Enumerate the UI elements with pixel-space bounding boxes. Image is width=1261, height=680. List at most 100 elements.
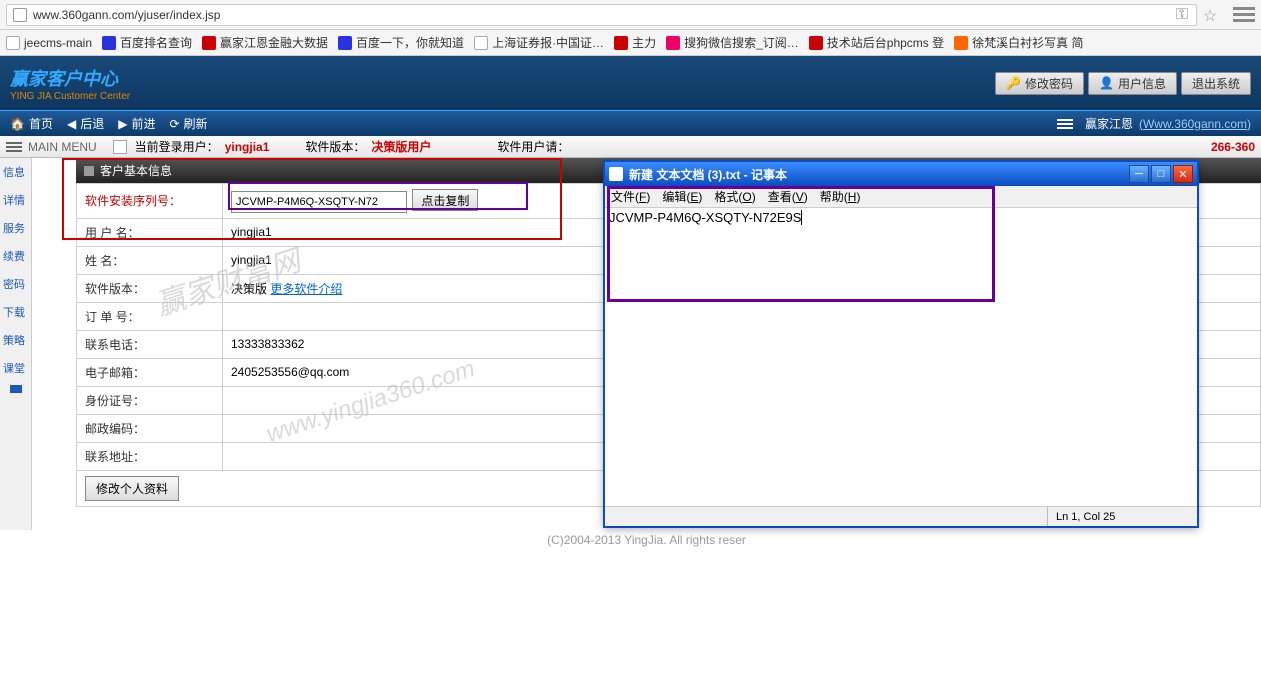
hotline: 266-360 — [1211, 140, 1261, 154]
edit-profile-button[interactable]: 修改个人资料 — [85, 476, 179, 501]
favicon — [6, 36, 20, 50]
bookmark-item[interactable]: 百度一下，你就知道 — [338, 34, 464, 51]
version-row-label: 软件版本： — [77, 274, 223, 302]
bookmark-item[interactable]: 百度排名查询 — [102, 34, 192, 51]
bookmarks-bar: jeecms-main 百度排名查询赢家江恩金融大数据百度一下，你就知道上海证券报… — [0, 30, 1261, 56]
email-label: 电子邮箱： — [77, 358, 223, 386]
menu-view[interactable]: 查看(V) — [768, 188, 808, 205]
back-icon: ◀ — [67, 117, 76, 131]
bookmark-item[interactable]: 搜狗微信搜索_订阅… — [666, 34, 799, 51]
bookmark-item[interactable]: 主力 — [614, 34, 656, 51]
notepad-titlebar[interactable]: 新建 文本文档 (3).txt - 记事本 ─ □ ✕ — [605, 162, 1197, 186]
version-row-value: 决策版 — [231, 282, 267, 296]
favicon — [954, 36, 968, 50]
menu-icon[interactable] — [1057, 119, 1073, 129]
serial-input[interactable] — [231, 191, 407, 213]
text-caret — [801, 210, 802, 225]
favicon — [202, 36, 216, 50]
notepad-menubar: 文件(F) 编辑(E) 格式(O) 查看(V) 帮助(H) — [605, 186, 1197, 208]
favicon — [338, 36, 352, 50]
bookmark-item[interactable]: 上海证券报·中国证… — [474, 34, 604, 51]
notepad-statusbar: Ln 1, Col 25 — [605, 506, 1197, 526]
idcard-label: 身份证号： — [77, 386, 223, 414]
bookmark-item[interactable]: jeecms-main — [6, 36, 92, 50]
forward-icon: ▶ — [118, 117, 127, 131]
sidebar-item[interactable]: 策略 — [0, 326, 31, 354]
menu-edit[interactable]: 编辑(E) — [662, 188, 702, 205]
nav-back[interactable]: ◀后退 — [67, 115, 104, 132]
more-software-link[interactable]: 更多软件介绍 — [270, 282, 342, 296]
name-label: 姓 名： — [77, 246, 223, 274]
version-label: 软件版本： — [299, 138, 371, 155]
sidebar-item[interactable]: 课堂 — [0, 354, 31, 382]
nav-home[interactable]: 🏠首页 — [10, 115, 53, 132]
notepad-textarea[interactable]: JCVMP-P4M6Q-XSQTY-N72E9S — [605, 208, 1197, 506]
change-password-button[interactable]: 🔑修改密码 — [995, 72, 1084, 95]
chrome-menu-icon[interactable] — [1233, 4, 1255, 26]
favicon — [809, 36, 823, 50]
footer-copyright: (C)2004-2013 YingJia. All rights reser — [32, 533, 1261, 547]
login-user: yingjia1 — [225, 140, 270, 154]
status-bar: MAIN MENU 当前登录用户： yingjia1 软件版本： 决策版用户 软… — [0, 136, 1261, 158]
menu-format[interactable]: 格式(O) — [714, 188, 755, 205]
exit-button[interactable]: 退出系统 — [1181, 72, 1251, 95]
logo-text: 赢家客户中心 — [10, 65, 130, 91]
site-url-link[interactable]: (Www.360gann.com) — [1139, 117, 1251, 131]
app-header: 赢家客户中心 YING JIA Customer Center 🔑修改密码 👤用… — [0, 56, 1261, 110]
sidebar: 信息详情服务续费密码下载策略课堂 — [0, 158, 32, 530]
sidebar-item[interactable]: 密码 — [0, 270, 31, 298]
user-info-button[interactable]: 👤用户信息 — [1088, 72, 1177, 95]
serial-label: 软件安装序列号： — [77, 184, 223, 219]
phone-label: 联系电话： — [77, 330, 223, 358]
key-icon: 🔑 — [1006, 76, 1021, 90]
bookmark-item[interactable]: 赢家江恩金融大数据 — [202, 34, 328, 51]
favicon — [666, 36, 680, 50]
site-name: 赢家江恩 — [1085, 115, 1133, 132]
sidebar-item[interactable]: 续费 — [0, 242, 31, 270]
sidebar-item[interactable]: 信息 — [0, 158, 31, 186]
url-text: www.360gann.com/yjuser/index.jsp — [33, 8, 1174, 22]
favicon — [102, 36, 116, 50]
sidebar-item[interactable]: 下载 — [0, 298, 31, 326]
page-icon — [13, 8, 27, 22]
sidebar-item[interactable]: 服务 — [0, 214, 31, 242]
username-label: 用 户 名： — [77, 218, 223, 246]
sidebar-item[interactable]: 详情 — [0, 186, 31, 214]
notepad-cursor-pos: Ln 1, Col 25 — [1047, 507, 1197, 526]
maximize-button[interactable]: □ — [1151, 165, 1171, 183]
home-icon: 🏠 — [10, 117, 25, 131]
logo-subtitle: YING JIA Customer Center — [10, 91, 130, 102]
minimize-button[interactable]: ─ — [1129, 165, 1149, 183]
bookmark-item[interactable]: 徐梵溪白衬衫写真 简 — [954, 34, 1083, 51]
request-label: 软件用户请： — [491, 138, 575, 155]
favicon — [614, 36, 628, 50]
main-menu-icon[interactable] — [6, 142, 22, 152]
notepad-window[interactable]: 新建 文本文档 (3).txt - 记事本 ─ □ ✕ 文件(F) 编辑(E) … — [603, 160, 1199, 528]
close-button[interactable]: ✕ — [1173, 165, 1193, 183]
notepad-icon — [609, 167, 623, 181]
key-icon[interactable]: ⚿ — [1174, 7, 1190, 23]
zip-label: 邮政编码： — [77, 414, 223, 442]
nav-bar: 🏠首页 ◀后退 ▶前进 ⟳刷新 赢家江恩 (Www.360gann.com) — [0, 110, 1261, 136]
notepad-title: 新建 文本文档 (3).txt - 记事本 — [629, 166, 1129, 183]
version-value: 决策版用户 — [371, 138, 431, 155]
nav-forward[interactable]: ▶前进 — [118, 115, 155, 132]
toggle-box[interactable] — [113, 140, 127, 154]
bookmark-star-icon[interactable]: ☆ — [1203, 6, 1221, 24]
user-icon: 👤 — [1099, 76, 1114, 90]
logo: 赢家客户中心 YING JIA Customer Center — [10, 65, 130, 102]
menu-help[interactable]: 帮助(H) — [820, 188, 861, 205]
menu-file[interactable]: 文件(F) — [611, 188, 650, 205]
main-menu-label: MAIN MENU — [28, 140, 97, 154]
order-label: 订 单 号： — [77, 302, 223, 330]
copy-serial-button[interactable]: 点击复制 — [412, 189, 478, 211]
refresh-icon: ⟳ — [169, 117, 179, 131]
sidebar-expand-icon[interactable] — [10, 385, 22, 405]
address-bar[interactable]: www.360gann.com/yjuser/index.jsp ⚿ — [6, 4, 1197, 26]
favicon — [474, 36, 488, 50]
bookmark-item[interactable]: 技术站后台phpcms 登 — [809, 34, 944, 51]
nav-refresh[interactable]: ⟳刷新 — [169, 115, 207, 132]
panel-icon — [84, 166, 94, 176]
address-label: 联系地址： — [77, 442, 223, 470]
login-label: 当前登录用户： — [129, 138, 225, 155]
